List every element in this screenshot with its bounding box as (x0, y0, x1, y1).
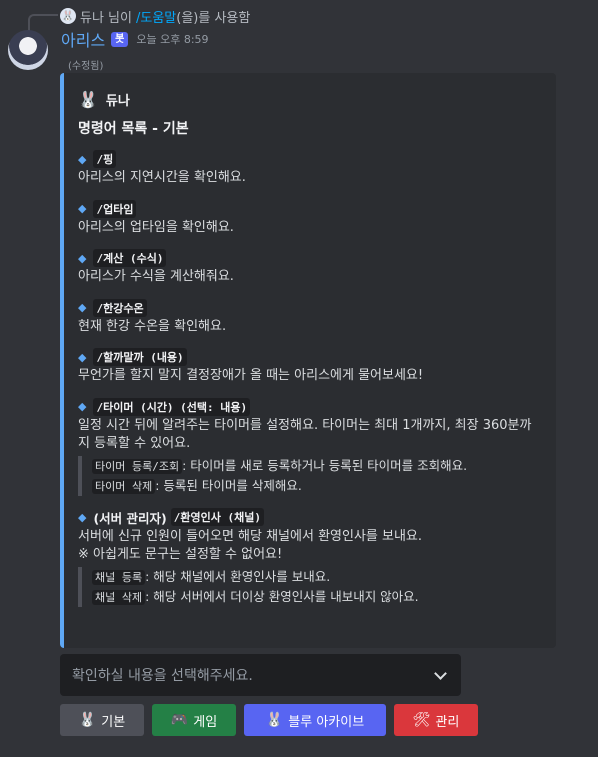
command-description: 아리스가 수식을 계산해줘요. (78, 269, 234, 284)
username[interactable]: 아리스 (61, 27, 105, 51)
command-name: /계산 (수식) (93, 249, 167, 267)
subcommand-description: : 해당 서버에서 더이상 환영인사를 내보내지 않아요. (145, 588, 419, 604)
reply-user: 듀나 님이 (80, 10, 132, 26)
subcommand-name: 타이머 삭제 (92, 478, 156, 494)
reply-suffix: (을)를 사용함 (176, 10, 251, 26)
rabbit-icon: 🐰 (78, 712, 97, 728)
field-should-i: ◆ /할까말까 (내용) 무언가를 할지 말지 결정장애가 올 때는 아리스에게 … (78, 348, 542, 386)
command-description: 아리스의 업타임을 확인해요. (78, 219, 234, 235)
embed-author: 🐰 듀나 (78, 89, 542, 109)
admin-prefix: (서버 관리자) (93, 510, 167, 526)
subcommand-name: 채널 삭제 (92, 589, 146, 605)
subcommand-name: 타이머 등록/조회 (92, 458, 183, 474)
embed-author-name: 듀나 (105, 93, 130, 109)
reply-command[interactable]: /도움말 (136, 7, 176, 26)
field-calc: ◆ /계산 (수식) 아리스가 수식을 계산해줘요. (78, 249, 542, 287)
command-description: 현재 한강 수온을 확인해요. (78, 318, 227, 334)
edited-label: (수정됨) (68, 61, 104, 72)
subcommand-quote: 채널 등록: 해당 채널에서 환영인사를 보내요. 채널 삭제: 해당 서버에서… (78, 566, 542, 607)
command-description: 서버에 신규 인원이 들어오면 해당 채널에서 환영인사를 보내요. (78, 528, 423, 544)
select-placeholder: 확인하실 내용을 선택해주세요. (72, 668, 253, 684)
field-timer: ◆ /타이머 (시간) (선택: 내용) 일정 시간 뒤에 알려주는 타이머를 설… (78, 397, 542, 496)
message-header: 아리스 봇 오늘 오후 8:59 (61, 28, 209, 50)
button-label: 블루 아카이브 (288, 714, 365, 730)
category-select[interactable]: 확인하실 내용을 선택해주세요. (60, 654, 461, 696)
command-note: ※ 아쉽게도 문구는 설정할 수 없어요! (78, 547, 283, 562)
command-name: /타이머 (시간) (선택: 내용) (93, 397, 251, 416)
command-name: /환영인사 (채널) (170, 508, 264, 526)
chevron-down-icon (434, 666, 447, 680)
help-embed: 🐰 듀나 명령어 목록 - 기본 ◆ /핑 아리스의 지연시간을 확인해요. ◆ /… (60, 73, 556, 648)
reply-connector (28, 14, 58, 31)
admin-button[interactable]: 🛠 관리 (394, 704, 478, 736)
diamond-icon: ◆ (78, 251, 87, 265)
command-name: /한강수온 (93, 298, 147, 317)
subcommand-line: 타이머 등록/조회: 타이머를 새로 등록하거나 등록된 타이머를 조회해요. (92, 456, 542, 476)
bot-avatar[interactable] (8, 30, 48, 70)
field-ping: ◆ /핑 아리스의 지연시간을 확인해요. (78, 150, 542, 188)
subcommand-line: 채널 삭제: 해당 서버에서 더이상 환영인사를 내보내지 않아요. (92, 587, 542, 607)
reply-avatar-icon: 🐰 (60, 8, 76, 24)
command-name: /업타임 (93, 199, 137, 218)
bot-tag: 봇 (111, 31, 129, 47)
rabbit-icon: 🐰 (78, 89, 98, 109)
diamond-icon: ◆ (78, 152, 87, 166)
subcommand-description: : 등록된 타이머를 삭제해요. (155, 477, 302, 493)
subcommand-quote: 타이머 등록/조회: 타이머를 새로 등록하거나 등록된 타이머를 조회해요. … (78, 455, 542, 496)
subcommand-name: 채널 등록 (92, 569, 146, 585)
button-label: 기본 (101, 714, 126, 730)
button-label: 관리 (435, 714, 460, 730)
diamond-icon: ◆ (78, 202, 87, 215)
field-welcome: ◆ (서버 관리자)/환영인사 (채널) 서버에 신규 인원이 들어오면 해당 채… (78, 508, 542, 607)
diamond-icon: ◆ (78, 400, 87, 413)
button-label: 게임 (193, 714, 218, 730)
command-description: 아리스의 지연시간을 확인해요. (78, 170, 246, 185)
tools-icon: 🛠 (412, 712, 431, 728)
field-hangang: ◆ /한강수온 현재 한강 수온을 확인해요. (78, 298, 542, 337)
button-row: 🐰 기본 🎮 게임 🐰 블루 아카이브 🛠 관리 (60, 704, 478, 736)
basic-button[interactable]: 🐰 기본 (60, 704, 144, 736)
command-description: 무언가를 할지 말지 결정장애가 올 때는 아리스에게 물어보세요! (78, 368, 424, 383)
subcommand-line: 채널 등록: 해당 채널에서 환영인사를 보내요. (92, 567, 542, 587)
game-button[interactable]: 🎮 게임 (152, 704, 236, 736)
blue-archive-button[interactable]: 🐰 블루 아카이브 (244, 704, 386, 736)
subcommand-line: 타이머 삭제: 등록된 타이머를 삭제해요. (92, 476, 542, 496)
subcommand-description: : 타이머를 새로 등록하거나 등록된 타이머를 조회해요. (182, 457, 468, 473)
gamepad-icon: 🎮 (170, 712, 189, 728)
reply-reference[interactable]: 🐰 듀나 님이 /도움말 (을)를 사용함 (60, 6, 250, 26)
command-name: /핑 (93, 150, 117, 168)
rabbit-icon: 🐰 (265, 712, 284, 728)
diamond-icon: ◆ (78, 301, 87, 314)
field-uptime: ◆ /업타임 아리스의 업타임을 확인해요. (78, 199, 542, 238)
command-name: /할까말까 (내용) (93, 348, 187, 366)
diamond-icon: ◆ (78, 510, 87, 524)
diamond-icon: ◆ (78, 350, 87, 364)
command-description: 일정 시간 뒤에 알려주는 타이머를 설정해요. 타이머는 최대 1개까지, 최… (78, 417, 532, 452)
embed-title: 명령어 목록 - 기본 (78, 121, 189, 137)
subcommand-description: : 해당 채널에서 환영인사를 보내요. (145, 568, 331, 584)
timestamp: 오늘 오후 8:59 (136, 33, 209, 46)
